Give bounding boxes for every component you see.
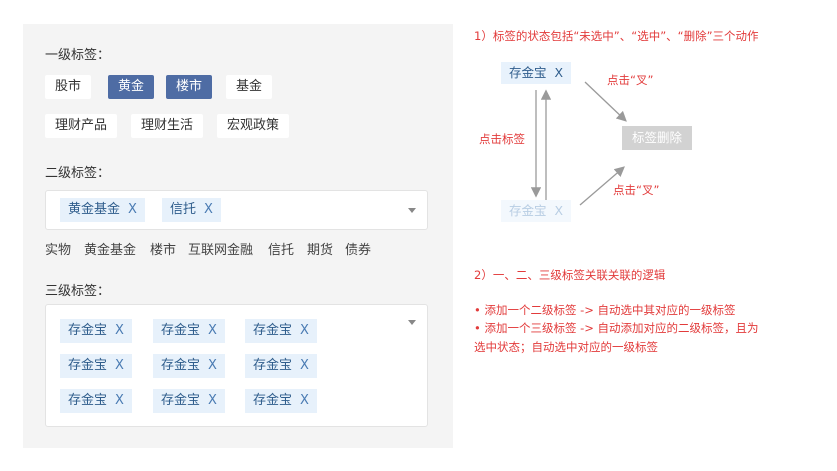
level2-chip: 信托 X [162,198,221,222]
diagram-tag-unselected: 存金宝 X [501,200,572,222]
chevron-down-icon[interactable] [408,208,416,213]
level2-option[interactable]: 期货 [307,239,333,258]
close-icon: X [554,203,564,218]
chip-label: 存金宝 [68,323,108,338]
chevron-down-icon[interactable] [408,320,416,325]
level3-label: 三级标签： [45,284,111,299]
close-icon[interactable]: X [115,358,124,373]
tag-filter-panel: 一级标签： 股市 黄金 楼市 基金 理财产品 理财生活 宏观政策 二级标签： 黄… [23,24,453,448]
chip-label: 存金宝 [509,65,547,80]
close-icon[interactable]: X [208,323,217,338]
chip-label: 存金宝 [253,358,293,373]
chip-label: 存金宝 [161,393,201,408]
level1-tag-macro-policy[interactable]: 宏观政策 [217,114,290,138]
note-bullet-level3: • 添加一个三级标签 -> 自动添加对应的二级标签，且为 [474,321,759,335]
chip-label: 信托 [170,202,197,217]
chip-label: 存金宝 [68,393,108,408]
chip-label: 存金宝 [509,203,547,218]
chip-label: 黄金基金 [68,202,121,217]
diagram-tag-deleted: 标签删除 [622,126,693,150]
chip-label: 存金宝 [253,393,293,408]
level3-chip: 存金宝 X [153,389,225,413]
level3-chip: 存金宝 X [245,354,317,378]
level2-chip: 黄金基金 X [60,198,145,222]
close-icon[interactable]: X [208,393,217,408]
chip-label: 存金宝 [68,358,108,373]
close-icon[interactable]: X [300,393,309,408]
level2-option[interactable]: 互联网金融 [188,239,253,258]
level3-chip: 存金宝 X [245,389,317,413]
close-icon[interactable]: X [128,202,137,217]
diagram-label-click-x-top: 点击“叉” [607,73,654,87]
close-icon[interactable]: X [204,202,213,217]
level3-chip: 存金宝 X [60,354,132,378]
chip-label: 存金宝 [161,358,201,373]
close-icon[interactable]: X [115,393,124,408]
level1-tag-fund[interactable]: 基金 [226,75,273,99]
note-linkage-logic: 2）一、二、三级标签关联关联的逻辑 [474,268,666,282]
close-icon[interactable]: X [208,358,217,373]
level1-tag-wealth-products[interactable]: 理财产品 [45,114,118,138]
level1-tag-gold[interactable]: 黄金 [108,75,155,99]
level2-option[interactable]: 楼市 [150,239,176,258]
level2-label: 二级标签： [45,166,111,181]
diagram-label-click-x-bottom: 点击“叉” [613,183,660,197]
close-icon[interactable]: X [300,358,309,373]
note-bullet-level3-cont: 选中状态；自动选中对应的一级标签 [474,340,658,354]
level3-chip: 存金宝 X [153,319,225,343]
chip-label: 存金宝 [161,323,201,338]
level1-tag-wealth-life[interactable]: 理财生活 [131,114,204,138]
note-tag-states: 1）标签的状态包括“未选中”、“选中”、“删除”三个动作 [474,29,759,43]
level2-option[interactable]: 债券 [345,239,371,258]
note-bullet-level2: • 添加一个二级标签 -> 自动选中其对应的一级标签 [474,303,736,317]
level3-chip: 存金宝 X [153,354,225,378]
level2-option[interactable]: 信托 [268,239,294,258]
level1-tag-stock[interactable]: 股市 [45,75,92,99]
level3-select[interactable]: 存金宝 X 存金宝 X 存金宝 X 存金宝 X 存金宝 X 存金宝 X 存金宝 X 存金宝 X … [45,304,428,427]
diagram-tag-active: 存金宝 X [501,62,572,84]
level3-chip: 存金宝 X [60,319,132,343]
level2-option[interactable]: 黄金基金 [84,239,136,258]
close-icon: X [554,65,564,80]
level1-tag-property[interactable]: 楼市 [166,75,213,99]
diagram-label-click-tag: 点击标签 [479,132,525,146]
level3-chip: 存金宝 X [60,389,132,413]
level2-option[interactable]: 实物 [45,239,71,258]
chip-label: 存金宝 [253,323,293,338]
close-icon[interactable]: X [300,323,309,338]
level3-chip: 存金宝 X [245,319,317,343]
level2-select[interactable]: 黄金基金 X 信托 X [45,190,428,230]
close-icon[interactable]: X [115,323,124,338]
level1-label: 一级标签： [45,48,111,63]
